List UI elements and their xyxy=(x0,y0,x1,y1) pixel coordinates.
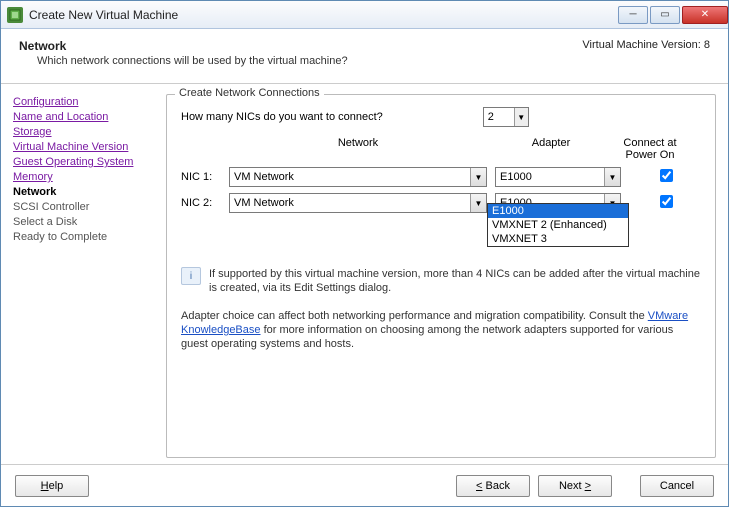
nic-count-label: How many NICs do you want to connect? xyxy=(181,111,383,123)
dropdown-arrow-icon[interactable]: ▼ xyxy=(514,108,528,126)
page-title: Network xyxy=(19,39,582,53)
adapter-option[interactable]: E1000 xyxy=(488,204,628,218)
network-panel: Create Network Connections How many NICs… xyxy=(166,94,716,458)
nic1-connect-checkbox[interactable] xyxy=(660,169,673,182)
wizard-steps: Configuration Name and Location Storage … xyxy=(13,94,158,458)
sidebar-item-storage[interactable]: Storage xyxy=(13,126,158,138)
dropdown-arrow-icon: ▼ xyxy=(470,194,486,212)
sidebar-item-vm-version[interactable]: Virtual Machine Version xyxy=(13,141,158,153)
window-title: Create New Virtual Machine xyxy=(29,8,618,22)
nic1-label: NIC 1: xyxy=(181,171,229,183)
sidebar-item-name-location[interactable]: Name and Location xyxy=(13,111,158,123)
sidebar-item-network: Network xyxy=(13,186,158,198)
info-text: If supported by this virtual machine ver… xyxy=(209,267,701,295)
page-subtitle: Which network connections will be used b… xyxy=(37,55,582,67)
sidebar-item-guest-os[interactable]: Guest Operating System xyxy=(13,156,158,168)
minimize-button[interactable]: ─ xyxy=(618,6,648,24)
nic2-connect-checkbox[interactable] xyxy=(660,195,673,208)
vm-version-label: Virtual Machine Version: 8 xyxy=(582,39,710,67)
app-icon xyxy=(7,7,23,23)
dialog-window: Create New Virtual Machine ─ ▭ ✕ Network… xyxy=(0,0,729,507)
wizard-footer: Help < Back Next > Cancel xyxy=(1,464,728,506)
nic-count-spinner[interactable]: 2 ▼ xyxy=(483,107,529,127)
close-button[interactable]: ✕ xyxy=(682,6,728,24)
nic1-adapter-select[interactable]: E1000 ▼ xyxy=(495,167,621,187)
wizard-header: Network Which network connections will b… xyxy=(1,29,728,84)
nic2-network-select[interactable]: VM Network ▼ xyxy=(229,193,487,213)
sidebar-item-memory[interactable]: Memory xyxy=(13,171,158,183)
next-button[interactable]: Next > xyxy=(538,475,612,497)
sidebar-item-ready: Ready to Complete xyxy=(13,231,158,243)
nic2-label: NIC 2: xyxy=(181,197,229,209)
adapter-option[interactable]: VMXNET 3 xyxy=(488,232,628,246)
maximize-button[interactable]: ▭ xyxy=(650,6,680,24)
dropdown-arrow-icon: ▼ xyxy=(470,168,486,186)
cancel-button[interactable]: Cancel xyxy=(640,475,714,497)
column-connect: Connect atPower On xyxy=(615,137,685,161)
sidebar-item-scsi: SCSI Controller xyxy=(13,201,158,213)
adapter-option[interactable]: VMXNET 2 (Enhanced) xyxy=(488,218,628,232)
titlebar[interactable]: Create New Virtual Machine ─ ▭ ✕ xyxy=(1,1,728,29)
nic-row-1: NIC 1: VM Network ▼ E1000 ▼ xyxy=(181,167,701,187)
column-adapter: Adapter xyxy=(487,137,615,161)
sidebar-item-select-disk: Select a Disk xyxy=(13,216,158,228)
nic1-network-select[interactable]: VM Network ▼ xyxy=(229,167,487,187)
back-button[interactable]: < Back xyxy=(456,475,530,497)
adapter-dropdown-list[interactable]: E1000 VMXNET 2 (Enhanced) VMXNET 3 xyxy=(487,203,629,247)
help-button[interactable]: Help xyxy=(15,475,89,497)
dropdown-arrow-icon: ▼ xyxy=(604,168,620,186)
groupbox-legend: Create Network Connections xyxy=(175,87,324,99)
sidebar-item-configuration[interactable]: Configuration xyxy=(13,96,158,108)
info-icon: i xyxy=(181,267,201,285)
adapter-note: Adapter choice can affect both networkin… xyxy=(181,309,701,351)
nic-count-value: 2 xyxy=(488,111,494,123)
column-network: Network xyxy=(229,137,487,161)
